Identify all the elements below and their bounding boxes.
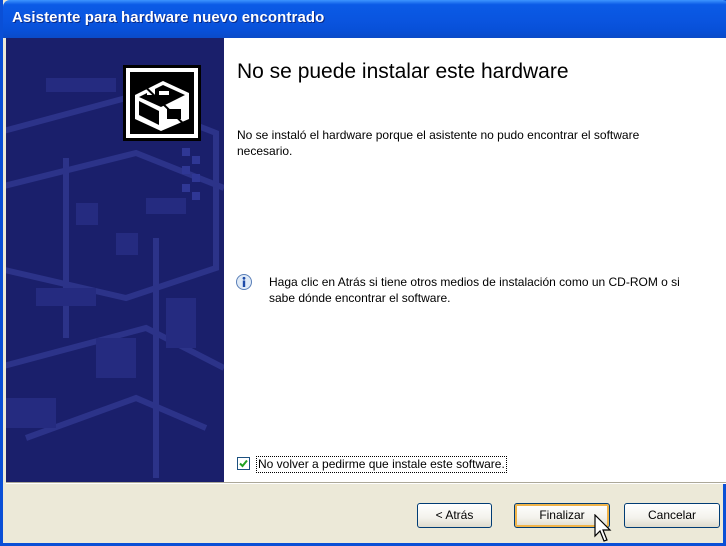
- cancel-button[interactable]: Cancelar: [624, 503, 720, 528]
- title-bar[interactable]: Asistente para hardware nuevo encontrado: [3, 0, 726, 38]
- back-button[interactable]: < Atrás: [417, 503, 492, 528]
- info-text: Haga clic en Atrás si tiene otros medios…: [269, 275, 680, 305]
- description-text: No se instaló el hardware porque el asis…: [237, 128, 640, 158]
- mouse-cursor-icon: [594, 514, 612, 542]
- checkmark-icon: [239, 459, 248, 468]
- button-area-separator: [6, 482, 726, 484]
- wizard-window: Asistente para hardware nuevo encontrado: [0, 0, 726, 546]
- wizard-content: No se puede instalar este hardware No se…: [224, 38, 726, 482]
- wizard-side-panel: [6, 38, 224, 482]
- dont-ask-again-label[interactable]: No volver a pedirme que instale este sof…: [256, 456, 507, 473]
- info-icon: [236, 274, 252, 290]
- hardware-warning-icon: [123, 65, 201, 141]
- window-title: Asistente para hardware nuevo encontrado: [12, 9, 325, 26]
- page-title: No se puede instalar este hardware: [237, 60, 569, 83]
- dont-ask-again-checkbox[interactable]: [237, 457, 250, 470]
